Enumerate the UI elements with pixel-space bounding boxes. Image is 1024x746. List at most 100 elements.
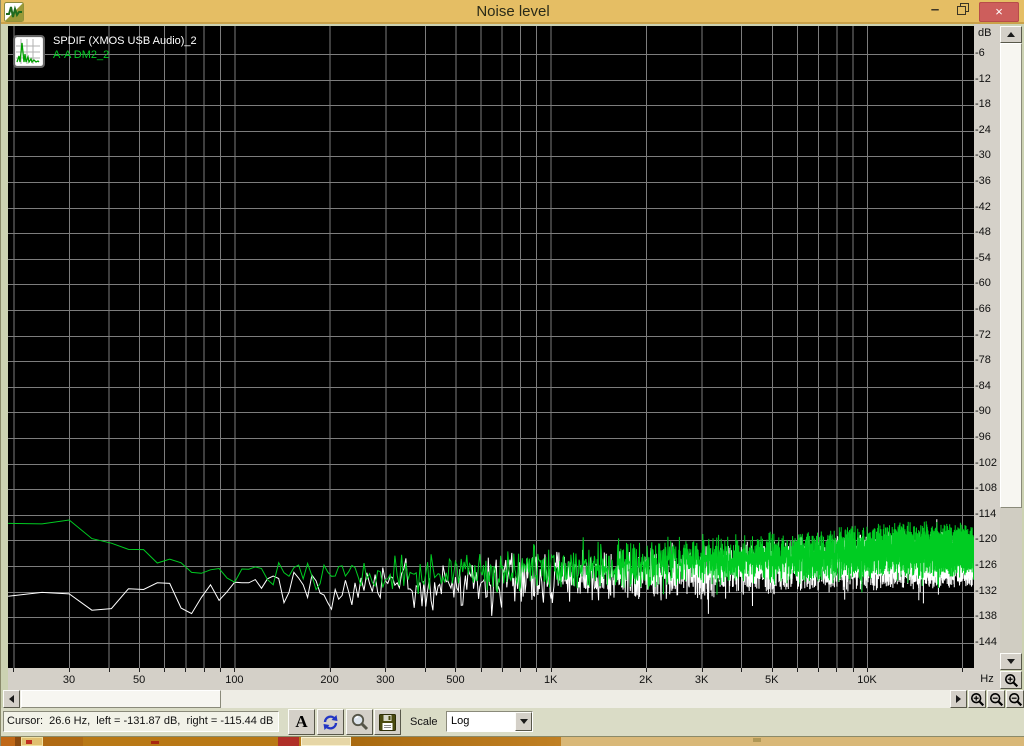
- horizontal-scroll-thumb[interactable]: [21, 690, 221, 708]
- x-tick-label: 2K: [639, 674, 653, 686]
- x-tick-mark: [330, 668, 331, 672]
- x-tick-label: 500: [446, 674, 465, 686]
- magnifier-plus-icon: [1004, 673, 1018, 687]
- x-tick-label: 200: [320, 674, 339, 686]
- noise-spectrum-chart: [8, 26, 974, 668]
- noise-level-window: Noise level – × SPDIF (XMOS USB Audio)_2…: [0, 0, 1024, 746]
- x-tick-label: 3K: [694, 674, 709, 686]
- y-tick-label: -66: [975, 303, 991, 315]
- x-tick-mark: [797, 668, 798, 672]
- mini-close-button: [278, 737, 299, 746]
- x-tick-mark: [772, 668, 773, 672]
- window-title: Noise level: [476, 3, 550, 20]
- x-tick-label: 5K: [765, 674, 779, 686]
- y-tick-label: -132: [975, 584, 998, 597]
- x-axis-labels: 30 50 100 200 300 500 1K 2K 3K 5K 10K: [8, 668, 974, 690]
- y-tick-label: -138: [975, 610, 998, 623]
- x-tick-mark: [702, 668, 703, 672]
- font-icon: A: [295, 712, 308, 731]
- scroll-down-button[interactable]: [1000, 653, 1022, 670]
- legend-series-2: A-A DM2_2: [53, 49, 110, 61]
- y-tick-label: -60: [975, 277, 991, 290]
- inspect-button[interactable]: [346, 709, 373, 735]
- zoom-in-horizontal-button[interactable]: [968, 690, 986, 708]
- x-tick-mark: [13, 668, 14, 672]
- plot-area[interactable]: SPDIF (XMOS USB Audio)_2 A-A DM2_2: [8, 26, 974, 668]
- title-bar: Noise level – ×: [1, 0, 1024, 24]
- scroll-left-button[interactable]: [3, 690, 20, 708]
- combo-dropdown-button[interactable]: [515, 712, 532, 731]
- vertical-scroll-thumb[interactable]: [1000, 43, 1022, 508]
- app-icon: [4, 2, 24, 22]
- refresh-button[interactable]: [317, 709, 344, 735]
- x-tick-mark: [520, 668, 521, 672]
- y-tick-label: -108: [975, 482, 998, 495]
- y-axis-unit: dB: [978, 27, 992, 39]
- x-tick-mark: [204, 668, 205, 672]
- zoom-reset-button[interactable]: [1006, 690, 1024, 708]
- x-tick-mark: [962, 668, 963, 672]
- y-tick-label: -72: [975, 328, 991, 341]
- magnifier-minus-icon: [989, 692, 1003, 706]
- y-tick-label: -102: [975, 456, 998, 469]
- y-tick-label: -54: [975, 251, 991, 264]
- x-tick-mark: [220, 668, 221, 672]
- x-tick-label: 100: [225, 674, 244, 686]
- close-button[interactable]: ×: [979, 2, 1019, 22]
- zoom-out-horizontal-button[interactable]: [987, 690, 1005, 708]
- legend-button[interactable]: [13, 35, 45, 68]
- x-tick-mark: [455, 668, 456, 672]
- magnifier-plus-icon: [970, 692, 984, 706]
- restore-button[interactable]: [949, 2, 973, 22]
- vertical-scrollbar[interactable]: [1000, 26, 1022, 670]
- y-tick-label: -96: [975, 431, 991, 443]
- refresh-icon: [323, 714, 338, 730]
- minimize-button[interactable]: –: [923, 2, 947, 22]
- x-tick-mark: [836, 668, 837, 672]
- zoom-in-vertical-button[interactable]: [1000, 671, 1022, 689]
- right-arrow-icon: [956, 695, 961, 703]
- y-tick-label: -78: [975, 354, 991, 367]
- x-tick-mark: [139, 668, 140, 672]
- y-tick-label: -12: [975, 72, 991, 85]
- x-tick-mark: [185, 668, 186, 672]
- x-tick-mark: [109, 668, 110, 672]
- y-tick-label: -114: [975, 507, 997, 520]
- y-tick-label: -48: [975, 226, 991, 239]
- scale-value: Log: [451, 715, 470, 727]
- x-axis-unit: Hz: [974, 670, 1000, 690]
- x-tick-mark: [741, 668, 742, 672]
- y-tick-label: -90: [975, 405, 991, 418]
- spectrum-icon: [16, 39, 40, 64]
- x-tick-mark: [853, 668, 854, 672]
- x-tick-mark: [646, 668, 647, 672]
- x-tick-label: 1K: [543, 674, 558, 686]
- y-tick-label: -126: [975, 559, 998, 571]
- y-tick-label: -144: [975, 635, 998, 648]
- y-tick-label: -42: [975, 200, 991, 213]
- x-tick-mark: [385, 668, 386, 672]
- x-tick-mark: [867, 668, 868, 672]
- magnifier-icon: [351, 713, 368, 731]
- y-tick-label: -6: [975, 47, 985, 59]
- x-tick-mark: [502, 668, 503, 672]
- x-tick-mark: [164, 668, 165, 672]
- y-tick-label: -120: [975, 533, 998, 546]
- y-tick-label: -18: [975, 98, 991, 111]
- x-tick-label: 10K: [857, 674, 877, 686]
- x-tick-mark: [234, 668, 235, 672]
- mini-button: [26, 740, 32, 744]
- scale-combobox[interactable]: Log: [446, 711, 533, 732]
- x-tick-mark: [481, 668, 482, 672]
- font-button[interactable]: A: [288, 709, 315, 735]
- horizontal-scrollbar[interactable]: [3, 690, 967, 708]
- scroll-up-button[interactable]: [1000, 26, 1022, 43]
- cursor-readout: Cursor: 26.6 Hz, left = -131.87 dB, righ…: [3, 711, 279, 732]
- up-arrow-icon: [1007, 32, 1015, 37]
- scroll-right-button[interactable]: [950, 690, 967, 708]
- x-tick-mark: [425, 668, 426, 672]
- y-tick-label: -30: [975, 149, 991, 162]
- x-tick-label: 30: [62, 674, 76, 686]
- save-button[interactable]: [374, 709, 401, 735]
- x-tick-mark: [551, 668, 552, 672]
